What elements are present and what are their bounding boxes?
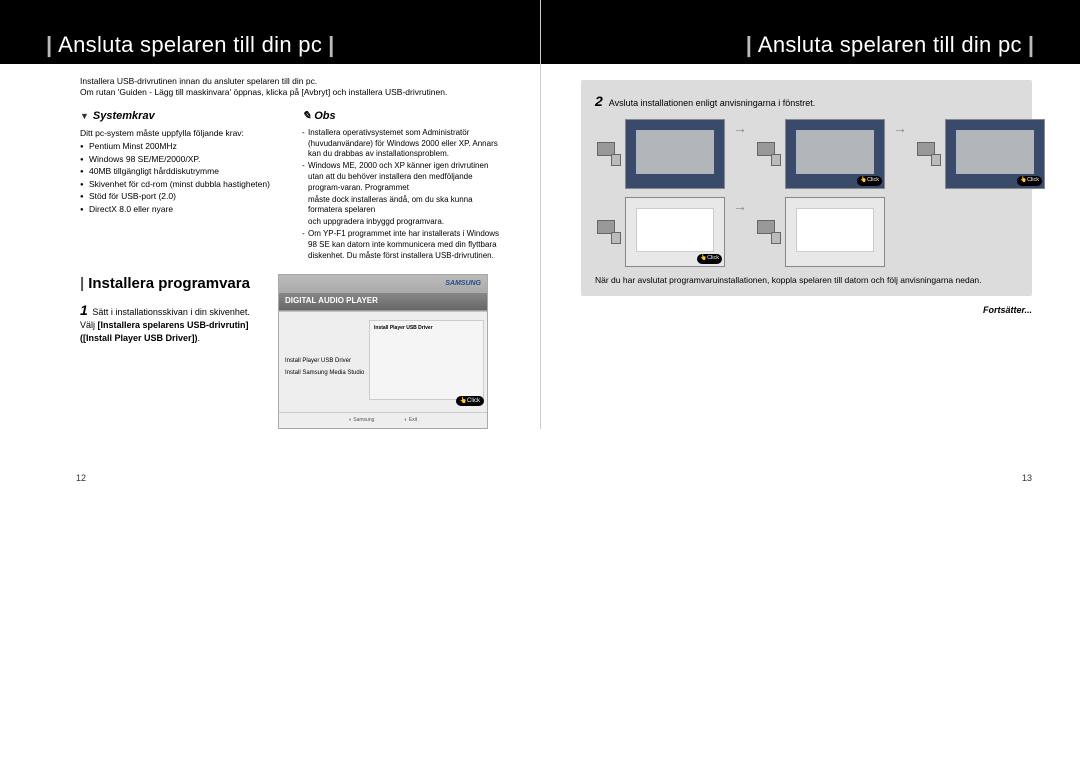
step-number: 2 <box>595 92 603 111</box>
list-item: Skivenhet för cd-rom (minst dubbla hasti… <box>80 179 278 190</box>
list-item: 40MB tillgängligt hårddiskutrymme <box>80 166 278 177</box>
band-separator: | <box>328 32 334 58</box>
thumb-unit: 👆Click <box>595 197 725 267</box>
installer-header: DIGITAL AUDIO PLAYER <box>279 293 487 310</box>
footer-item: ◐ Exit <box>404 417 417 424</box>
pc-icon <box>755 140 783 168</box>
page-left: | Ansluta spelaren till din pc | Install… <box>0 0 540 429</box>
thumb-unit: 👆Click <box>915 119 1045 189</box>
list-item: Pentium Minst 200MHz <box>80 141 278 152</box>
band-separator: | <box>746 32 752 58</box>
page-number-left: 12 <box>76 473 86 483</box>
wizard-screenshot <box>785 197 885 267</box>
wizard-screenshot: 👆Click <box>945 119 1045 189</box>
two-column-row: ▼ Systemkrav Ditt pc-system måste uppfyl… <box>80 109 500 262</box>
screenshot-row-2: 👆Click → <box>595 197 1018 267</box>
installer-screenshot: SAMSUNG DIGITAL AUDIO PLAYER Install Pla… <box>278 274 488 429</box>
install-section: |Installera programvara 1 Sätt i install… <box>80 274 500 429</box>
obs-item: Windows ME, 2000 och XP känner igen driv… <box>302 161 500 193</box>
installer-dialog: Install Player USB Driver <box>369 320 484 400</box>
list-item: Stöd för USB-port (2.0) <box>80 191 278 202</box>
arrow-icon: → <box>733 119 747 189</box>
step-text-bold: [Installera spelarens USB-drivrutin] ([I… <box>80 320 249 342</box>
installer-menu-item: Install Player USB Driver <box>285 355 364 367</box>
band-separator: | <box>46 32 52 58</box>
arrow-icon: → <box>893 119 907 189</box>
step-2-text: Avsluta installationen enligt anvisninga… <box>609 97 815 109</box>
arrow-icon: → <box>733 197 747 267</box>
content-left: Installera USB-drivrutinen innan du ansl… <box>0 64 540 429</box>
obs-item: Om YP-F1 programmet inte har installerat… <box>302 229 500 261</box>
pc-icon <box>915 140 943 168</box>
header-band-left: | Ansluta spelaren till din pc | <box>0 0 540 64</box>
list-item: Windows 98 SE/ME/2000/XP. <box>80 154 278 165</box>
header-band-right: | Ansluta spelaren till din pc | <box>541 0 1080 64</box>
obs-list: Installera operativsystemet som Administ… <box>302 128 500 262</box>
page-number-right: 13 <box>1022 473 1032 483</box>
install-text: |Installera programvara 1 Sätt i install… <box>80 274 260 429</box>
wizard-screenshot <box>625 119 725 189</box>
installer-menu-item: Install Samsung Media Studio <box>285 367 364 379</box>
systemkrav-lead: Ditt pc-system måste uppfylla följande k… <box>80 128 278 139</box>
installer-menu: Install Player USB Driver Install Samsun… <box>285 355 364 379</box>
obs-heading: ✎ Obs <box>302 109 500 124</box>
click-badge: 👆Click <box>1017 176 1042 185</box>
pc-icon <box>595 218 623 246</box>
step-number: 1 <box>80 302 88 318</box>
obs-item: och uppgradera inbyggd programvara. <box>302 217 500 228</box>
install-title: |Installera programvara <box>80 274 260 294</box>
step-1: 1 Sätt i installationsskivan i din skive… <box>80 301 260 344</box>
pc-icon <box>755 218 783 246</box>
intro-text: Installera USB-drivrutinen innan du ansl… <box>80 76 500 99</box>
step-text-2c: . <box>198 333 201 343</box>
intro-line-1: Installera USB-drivrutinen innan du ansl… <box>80 76 500 87</box>
intro-line-2: Om rutan 'Guiden - Lägg till maskinvara'… <box>80 87 500 98</box>
triangle-icon: ▼ <box>80 110 89 122</box>
obs-item: Installera operativsystemet som Administ… <box>302 128 500 160</box>
band-separator: | <box>1028 32 1034 58</box>
obs-item: måste dock installeras ändå, om du ska k… <box>302 195 500 217</box>
document-spread: | Ansluta spelaren till din pc | Install… <box>0 0 1080 429</box>
step-text-2a: Välj <box>80 320 98 330</box>
click-badge: 👆Click <box>857 176 882 185</box>
click-badge: 👆Click <box>456 396 484 406</box>
page-title-right: Ansluta spelaren till din pc <box>758 32 1022 58</box>
step-text-1: Sätt i installationsskivan i din skivenh… <box>92 307 250 317</box>
obs-column: ✎ Obs Installera operativsystemet som Ad… <box>302 109 500 262</box>
step-2: 2 Avsluta installationen enligt anvisnin… <box>595 92 1018 111</box>
thumb-unit: 👆Click <box>755 119 885 189</box>
continue-label: Fortsätter... <box>581 304 1032 316</box>
page-title-left: Ansluta spelaren till din pc <box>58 32 322 58</box>
pc-icon <box>595 140 623 168</box>
post-install-text: När du har avslutat programvaruinstallat… <box>595 275 1018 286</box>
page-right: | Ansluta spelaren till din pc | 2 Avslu… <box>540 0 1080 429</box>
wizard-screenshot: 👆Click <box>785 119 885 189</box>
title-bar-icon: | <box>80 275 84 292</box>
systemkrav-heading: ▼ Systemkrav <box>80 109 278 124</box>
footer-item: ◐ Samsung <box>349 417 375 424</box>
systemkrav-list: Pentium Minst 200MHz Windows 98 SE/ME/20… <box>80 141 278 215</box>
thumb-unit <box>595 119 725 189</box>
brand-logo: SAMSUNG <box>445 279 481 288</box>
list-item: DirectX 8.0 eller nyare <box>80 204 278 215</box>
wizard-screenshot: 👆Click <box>625 197 725 267</box>
installer-footer: ◐ Samsung ◐ Exit <box>279 412 487 428</box>
thumb-unit <box>755 197 885 267</box>
click-badge: 👆Click <box>697 254 722 263</box>
grey-panel: 2 Avsluta installationen enligt anvisnin… <box>581 80 1032 296</box>
screenshot-row-1: → 👆Click → 👆Click <box>595 119 1018 189</box>
systemkrav-column: ▼ Systemkrav Ditt pc-system måste uppfyl… <box>80 109 278 262</box>
content-right: 2 Avsluta installationen enligt anvisnin… <box>541 64 1080 317</box>
pencil-icon: ✎ <box>302 109 311 124</box>
